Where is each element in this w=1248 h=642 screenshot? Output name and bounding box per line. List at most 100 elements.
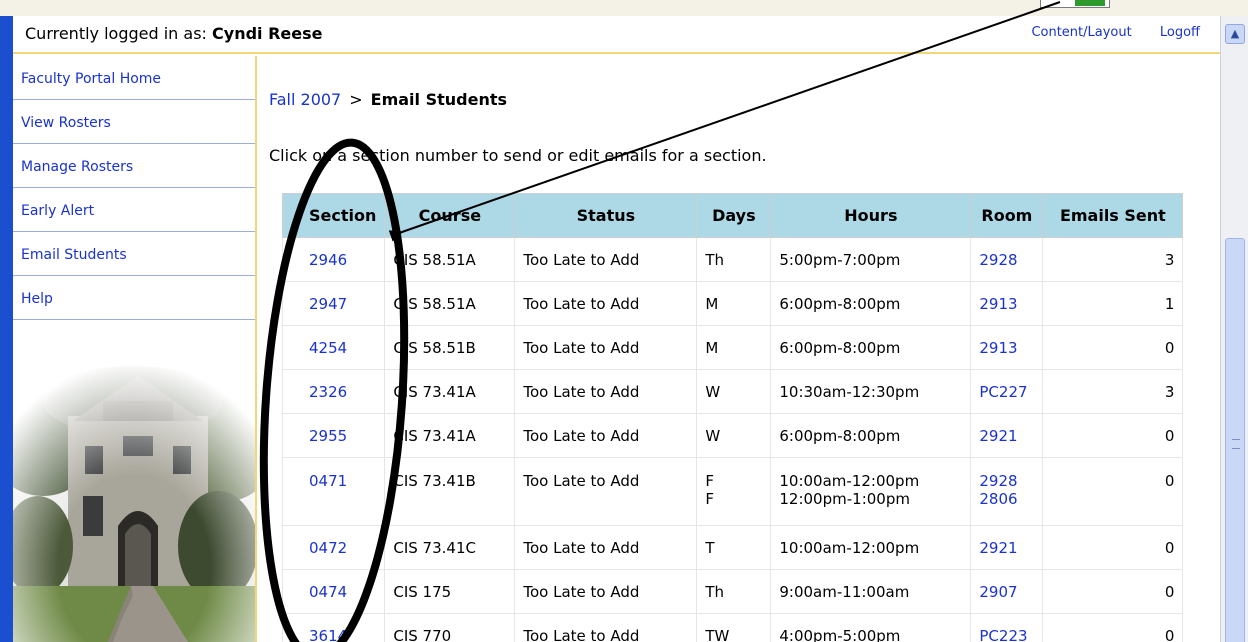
status-cell: Too Late to Add bbox=[514, 613, 698, 642]
table-row: 0474 CIS 175 Too Late to Add Th 9:00am-1… bbox=[281, 569, 1184, 614]
table-row: 0471 CIS 73.41B Too Late to Add F F 10:0… bbox=[281, 457, 1184, 526]
course-cell: CIS 73.41C bbox=[384, 525, 516, 570]
days-cell: W bbox=[696, 413, 772, 458]
room-link[interactable]: 2921 bbox=[979, 427, 1017, 445]
status-cell: Too Late to Add bbox=[514, 237, 698, 282]
sections-table: Section Course Status Days Hours Room Em… bbox=[281, 193, 1184, 642]
status-cell: Too Late to Add bbox=[514, 369, 698, 414]
section-link[interactable]: 0472 bbox=[309, 539, 347, 557]
days-line: F bbox=[705, 490, 715, 508]
breadcrumb: Fall 2007 > Email Students bbox=[269, 90, 507, 109]
user-name: Cyndi Reese bbox=[212, 24, 323, 43]
scroll-grip-icon bbox=[1232, 439, 1240, 449]
status-cell: Too Late to Add bbox=[514, 413, 698, 458]
emails-sent-cell: 0 bbox=[1042, 613, 1184, 642]
room-link[interactable]: 2921 bbox=[979, 539, 1017, 557]
course-cell: CIS 770 bbox=[384, 613, 516, 642]
section-link[interactable]: 0474 bbox=[309, 583, 347, 601]
table-row: 2326 CIS 73.41A Too Late to Add W 10:30a… bbox=[281, 369, 1184, 414]
emails-sent-cell: 3 bbox=[1042, 237, 1184, 282]
course-cell: CIS 58.51B bbox=[384, 325, 516, 370]
section-cell: 2955 bbox=[281, 413, 386, 458]
room-link[interactable]: 2928 bbox=[979, 251, 1017, 269]
room-cell: 2928 2806 bbox=[970, 457, 1044, 526]
status-cell: Too Late to Add bbox=[514, 281, 698, 326]
vertical-scrollbar[interactable]: ▲ bbox=[1220, 16, 1248, 642]
browser-toolbar-strip bbox=[0, 0, 1248, 16]
course-cell: CIS 73.41A bbox=[384, 369, 516, 414]
section-cell: 2946 bbox=[281, 237, 386, 282]
section-link[interactable]: 2946 bbox=[309, 251, 347, 269]
sidebar-item-view-rosters[interactable]: View Rosters bbox=[13, 100, 255, 144]
hours-cell: 10:30am-12:30pm bbox=[770, 369, 972, 414]
room-cell: 2907 bbox=[970, 569, 1044, 614]
breadcrumb-separator: > bbox=[349, 90, 363, 109]
days-cell: M bbox=[696, 325, 772, 370]
hours-cell: 10:00am-12:00pm bbox=[770, 525, 972, 570]
section-link[interactable]: 3614 bbox=[309, 627, 347, 642]
table-row: 3614 CIS 770 Too Late to Add TW 4:00pm-5… bbox=[281, 613, 1184, 642]
course-cell: CIS 73.41B bbox=[384, 457, 516, 526]
section-cell: 0472 bbox=[281, 525, 386, 570]
hours-cell: 5:00pm-7:00pm bbox=[770, 237, 972, 282]
sidebar-nav: Faculty Portal Home View Rosters Manage … bbox=[13, 56, 257, 642]
room-link[interactable]: 2913 bbox=[979, 339, 1017, 357]
room-link[interactable]: PC227 bbox=[979, 383, 1027, 401]
days-cell: T bbox=[696, 525, 772, 570]
section-cell: 0474 bbox=[281, 569, 386, 614]
course-cell: CIS 73.41A bbox=[384, 413, 516, 458]
course-cell: CIS 175 bbox=[384, 569, 516, 614]
emails-sent-cell: 0 bbox=[1042, 525, 1184, 570]
toolbar-go-icon bbox=[1075, 0, 1105, 6]
hours-cell: 6:00pm-8:00pm bbox=[770, 413, 972, 458]
breadcrumb-term-link[interactable]: Fall 2007 bbox=[269, 90, 341, 109]
room-link[interactable]: 2928 bbox=[979, 472, 1017, 490]
scroll-thumb[interactable] bbox=[1225, 238, 1245, 642]
campus-building-photo bbox=[13, 346, 255, 642]
table-row: 2955 CIS 73.41A Too Late to Add W 6:00pm… bbox=[281, 413, 1184, 458]
table-row: 4254 CIS 58.51B Too Late to Add M 6:00pm… bbox=[281, 325, 1184, 370]
logoff-link[interactable]: Logoff bbox=[1160, 25, 1200, 40]
status-cell: Too Late to Add bbox=[514, 569, 698, 614]
room-link[interactable]: 2913 bbox=[979, 295, 1017, 313]
login-status: Currently logged in as: Cyndi Reese bbox=[25, 24, 323, 43]
sidebar-item-help[interactable]: Help bbox=[13, 276, 255, 320]
room-link[interactable]: PC223 bbox=[979, 627, 1027, 642]
col-header-days: Days bbox=[696, 193, 772, 238]
room-cell: PC227 bbox=[970, 369, 1044, 414]
sidebar-item-early-alert[interactable]: Early Alert bbox=[13, 188, 255, 232]
sidebar-item-manage-rosters[interactable]: Manage Rosters bbox=[13, 144, 255, 188]
col-header-emails-sent: Emails Sent bbox=[1042, 193, 1184, 238]
room-cell: PC223 bbox=[970, 613, 1044, 642]
col-header-course: Course bbox=[384, 193, 516, 238]
days-cell: Th bbox=[696, 237, 772, 282]
window-frame-left bbox=[0, 16, 13, 642]
section-link[interactable]: 2955 bbox=[309, 427, 347, 445]
section-link[interactable]: 4254 bbox=[309, 339, 347, 357]
section-cell: 4254 bbox=[281, 325, 386, 370]
col-header-status: Status bbox=[514, 193, 698, 238]
section-link[interactable]: 2326 bbox=[309, 383, 347, 401]
content-layout-link[interactable]: Content/Layout bbox=[1031, 25, 1131, 40]
status-cell: Too Late to Add bbox=[514, 325, 698, 370]
room-link[interactable]: 2907 bbox=[979, 583, 1017, 601]
sidebar-item-email-students[interactable]: Email Students bbox=[13, 232, 255, 276]
days-cell: F F bbox=[696, 457, 772, 526]
hours-cell: 9:00am-11:00am bbox=[770, 569, 972, 614]
room-cell: 2921 bbox=[970, 413, 1044, 458]
col-header-hours: Hours bbox=[770, 193, 972, 238]
days-cell: Th bbox=[696, 569, 772, 614]
room-link[interactable]: 2806 bbox=[979, 490, 1017, 508]
course-cell: CIS 58.51A bbox=[384, 281, 516, 326]
hours-cell: 6:00pm-8:00pm bbox=[770, 281, 972, 326]
section-link[interactable]: 0471 bbox=[309, 472, 347, 490]
chevron-up-icon[interactable]: ▲ bbox=[1225, 24, 1245, 44]
header-links: Content/Layout Logoff bbox=[1007, 25, 1200, 40]
login-label: Currently logged in as: bbox=[25, 24, 207, 43]
sidebar-item-faculty-portal-home[interactable]: Faculty Portal Home bbox=[13, 56, 255, 100]
room-cell: 2913 bbox=[970, 325, 1044, 370]
section-link[interactable]: 2947 bbox=[309, 295, 347, 313]
room-cell: 2921 bbox=[970, 525, 1044, 570]
room-cell: 2913 bbox=[970, 281, 1044, 326]
course-cell: CIS 58.51A bbox=[384, 237, 516, 282]
